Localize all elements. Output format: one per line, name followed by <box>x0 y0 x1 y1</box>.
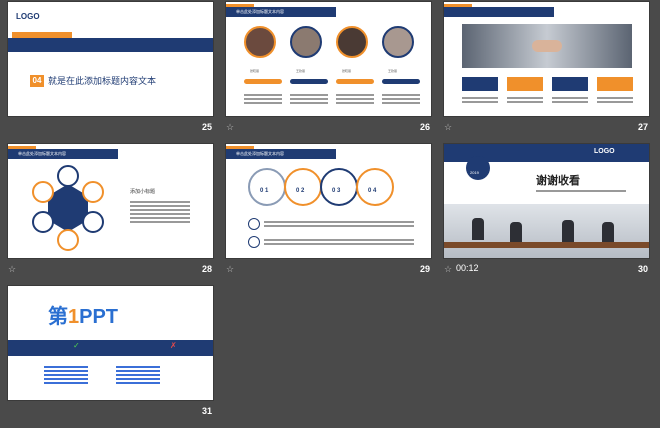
slide-timing: 00:12 <box>456 263 479 273</box>
transition-star-icon[interactable]: ☆ <box>226 122 234 133</box>
slide-cell-25[interactable]: LOGO 04 就是在此添加标题内容文本 25 <box>0 0 218 142</box>
transition-star-icon[interactable]: ☆ <box>226 264 234 275</box>
clock-icon <box>466 156 490 180</box>
transition-star-icon[interactable]: ☆ <box>444 122 452 133</box>
slide-logo: LOGO <box>594 148 615 155</box>
portrait-avatar <box>336 26 368 58</box>
transition-star-icon[interactable]: ☆ <box>8 264 16 275</box>
slide-cell-26[interactable]: 单击此处添加标题文本内容 张晓丽 王钦丽 张晓丽 王钦丽 ☆ 26 <box>218 0 436 142</box>
slide-number: 31 <box>201 406 212 416</box>
slide-cell-30[interactable]: LOGO 2019 谢谢收看 ☆ 00:12 30 <box>436 142 654 284</box>
info-boxes <box>462 77 634 91</box>
slide-header: 单击此处添加标题文本内容 <box>8 149 118 159</box>
person-name: 张晓丽 <box>250 69 260 73</box>
meeting-photo <box>444 204 649 258</box>
slide-thumbnail-30[interactable]: LOGO 2019 谢谢收看 <box>444 144 649 258</box>
role-pills <box>244 79 424 85</box>
person-name: 王钦丽 <box>296 69 306 73</box>
handshake-photo <box>462 24 632 68</box>
portrait-avatar <box>290 26 322 58</box>
slide-cell-28[interactable]: 单击此处添加标题文本内容 添加小标题 ☆ 28 <box>0 142 218 284</box>
body-text-lines <box>130 199 190 225</box>
portrait-row <box>244 26 414 66</box>
slide-cell-27[interactable]: ☆ 27 <box>436 0 654 142</box>
slide-number: 26 <box>419 122 430 132</box>
slide-number: 25 <box>201 122 212 132</box>
slide-number: 30 <box>637 264 648 274</box>
slide-number: 27 <box>637 122 648 132</box>
navy-band <box>8 38 213 52</box>
body-text-lines <box>44 364 88 386</box>
slide-thumbnail-27[interactable] <box>444 2 649 116</box>
thanks-title: 谢谢收看 <box>536 175 580 187</box>
portrait-avatar <box>244 26 276 58</box>
slide-number: 29 <box>419 264 430 274</box>
step-labels: 0 1 0 2 0 3 0 4 <box>260 188 377 194</box>
bullet-circle <box>248 218 260 230</box>
body-text-lines <box>116 364 160 386</box>
person-name: 张晓丽 <box>342 69 352 73</box>
slide-header: 单击此处添加标题文本内容 <box>226 7 336 17</box>
body-text-lines <box>264 237 414 247</box>
step-circles <box>248 168 408 206</box>
slide-sorter-grid: LOGO 04 就是在此添加标题内容文本 25 单击此处添加标题文本内容 张晓丽… <box>0 0 660 428</box>
person-name: 王钦丽 <box>388 69 398 73</box>
year-label: 2019 <box>470 170 479 175</box>
slide-header <box>444 7 554 17</box>
slide-thumbnail-28[interactable]: 单击此处添加标题文本内容 添加小标题 <box>8 144 213 258</box>
body-text-lines <box>244 92 424 112</box>
check-icon: ✓ <box>73 341 80 350</box>
slide-subtitle: 添加小标题 <box>130 189 156 195</box>
hexagon-cycle-diagram <box>32 165 104 251</box>
slide-thumbnail-25[interactable]: LOGO 04 就是在此添加标题内容文本 <box>8 2 213 116</box>
slide-title: 就是在此添加标题内容文本 <box>48 76 157 86</box>
slide-thumbnail-29[interactable]: 单击此处添加标题文本内容 0 1 0 2 0 3 0 4 <box>226 144 431 258</box>
transition-star-icon[interactable]: ☆ <box>444 264 452 275</box>
body-text-lines <box>536 188 626 194</box>
navy-band <box>8 340 213 356</box>
slide-header: 单击此处添加标题文本内容 <box>226 149 336 159</box>
bullet-circle <box>248 236 260 248</box>
body-text-lines <box>264 219 414 229</box>
brand-logo: 第1PPT <box>48 306 119 328</box>
slide-cell-29[interactable]: 单击此处添加标题文本内容 0 1 0 2 0 3 0 4 ☆ 29 <box>218 142 436 284</box>
portrait-avatar <box>382 26 414 58</box>
slide-thumbnail-31[interactable]: 第1PPT ✓ ✗ <box>8 286 213 400</box>
slide-cell-31[interactable]: 第1PPT ✓ ✗ 31 <box>0 284 218 426</box>
cross-icon: ✗ <box>170 341 177 350</box>
number-badge: 04 <box>30 75 44 87</box>
slide-number: 28 <box>201 264 212 274</box>
slide-thumbnail-26[interactable]: 单击此处添加标题文本内容 张晓丽 王钦丽 张晓丽 王钦丽 <box>226 2 431 116</box>
slide-logo: LOGO <box>16 12 40 21</box>
